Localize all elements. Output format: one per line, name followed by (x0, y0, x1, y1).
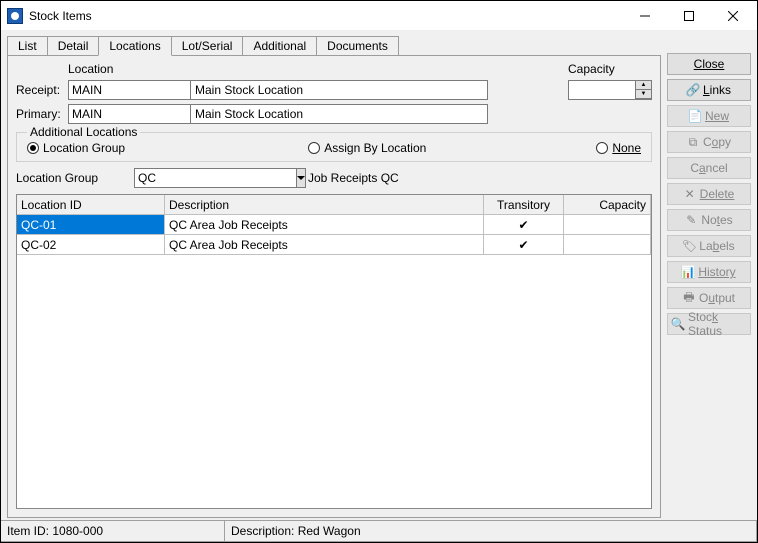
receipt-lookup: ··· (68, 80, 186, 100)
tab-panel: List Detail Locations Lot/Serial Additio… (7, 35, 661, 518)
grid-header: Location ID Description Transitory Capac… (17, 195, 651, 215)
upper-area: List Detail Locations Lot/Serial Additio… (1, 31, 757, 520)
window-controls (623, 2, 755, 30)
receipt-label: Receipt: (16, 83, 64, 97)
primary-label: Primary: (16, 107, 64, 121)
cell-transitory: ✔ (484, 235, 564, 255)
maximize-button[interactable] (667, 2, 711, 30)
links-button[interactable]: 🔗 Links (667, 79, 751, 101)
tabs-strip: List Detail Locations Lot/Serial Additio… (7, 35, 661, 55)
table-row[interactable]: QC-02 QC Area Job Receipts ✔ (17, 235, 651, 255)
location-group-dropdown-button[interactable] (297, 168, 306, 188)
additional-locations-legend: Additional Locations (27, 125, 140, 139)
window-title: Stock Items (29, 9, 623, 23)
cell-description: QC Area Job Receipts (165, 235, 484, 255)
labels-icon: 🏷 (683, 240, 695, 252)
radio-assign-by-location[interactable]: Assign By Location (308, 141, 426, 155)
status-description: Description: Red Wagon (225, 521, 757, 542)
copy-icon: ⧉ (687, 136, 699, 148)
close-button[interactable]: Close (667, 53, 751, 75)
delete-button[interactable]: ✕ Delete (667, 183, 751, 205)
primary-lookup: ··· (68, 104, 186, 124)
location-heading: Location (68, 62, 186, 76)
tab-lot-serial[interactable]: Lot/Serial (171, 36, 244, 56)
tab-detail[interactable]: Detail (47, 36, 100, 56)
capacity-spinner: ▲ ▼ (568, 80, 652, 100)
close-window-button[interactable] (711, 2, 755, 30)
output-button[interactable]: 🖶 Output (667, 287, 751, 309)
table-row[interactable]: QC-01 QC Area Job Receipts ✔ (17, 215, 651, 235)
new-icon: 📄 (689, 110, 701, 122)
location-group-desc: Job Receipts QC (308, 171, 399, 185)
radio-none[interactable]: None (596, 141, 641, 155)
statusbar: Item ID: 1080-000 Description: Red Wagon (1, 520, 757, 542)
app-icon (7, 8, 23, 24)
notes-icon: ✎ (685, 214, 697, 226)
radio-location-group[interactable]: Location Group (27, 141, 125, 155)
radio-dot-icon (27, 142, 39, 154)
sidebar: Close 🔗 Links 📄 New ⧉ Copy Cancel (667, 35, 751, 518)
primary-desc: Main Stock Location (190, 104, 488, 124)
titlebar: Stock Items (1, 1, 757, 31)
location-group-label: Location Group (16, 171, 128, 185)
location-group-combo (134, 168, 302, 188)
stock-status-button[interactable]: 🔍 Stock Status (667, 313, 751, 335)
col-location-id[interactable]: Location ID (17, 195, 165, 215)
location-group-input[interactable] (134, 168, 297, 188)
cell-location-id: QC-01 (17, 215, 165, 235)
tab-documents[interactable]: Documents (316, 36, 399, 56)
capacity-heading: Capacity (568, 62, 652, 76)
tab-body-locations: Location Capacity Receipt: ··· Main Stoc… (7, 55, 661, 518)
cancel-button[interactable]: Cancel (667, 157, 751, 179)
cell-description: QC Area Job Receipts (165, 215, 484, 235)
radio-dot-icon (596, 142, 608, 154)
col-transitory[interactable]: Transitory (484, 195, 564, 215)
col-description[interactable]: Description (165, 195, 484, 215)
notes-button[interactable]: ✎ Notes (667, 209, 751, 231)
checkmark-icon: ✔ (518, 218, 528, 232)
labels-button[interactable]: 🏷 Labels (667, 235, 751, 257)
capacity-input[interactable] (569, 81, 635, 99)
status-item-id: Item ID: 1080-000 (1, 521, 225, 542)
additional-locations-group: Additional Locations Location Group Assi… (16, 132, 652, 162)
stock-status-icon: 🔍 (672, 318, 684, 330)
cell-location-id: QC-02 (17, 235, 165, 255)
new-button[interactable]: 📄 New (667, 105, 751, 127)
output-icon: 🖶 (683, 292, 695, 304)
history-icon: 📊 (682, 266, 694, 278)
radio-dot-icon (308, 142, 320, 154)
receipt-desc: Main Stock Location (190, 80, 488, 100)
checkmark-icon: ✔ (518, 238, 528, 252)
cell-capacity (564, 235, 651, 255)
capacity-down-button[interactable]: ▼ (635, 90, 651, 99)
minimize-button[interactable] (623, 2, 667, 30)
col-capacity[interactable]: Capacity (564, 195, 651, 215)
delete-icon: ✕ (684, 188, 696, 200)
stock-items-window: Stock Items List Detail Locations Lot/Se… (0, 0, 758, 543)
tab-list[interactable]: List (7, 36, 48, 56)
body-area: List Detail Locations Lot/Serial Additio… (1, 31, 757, 542)
tab-additional[interactable]: Additional (242, 36, 317, 56)
links-icon: 🔗 (687, 84, 699, 96)
cell-capacity (564, 215, 651, 235)
history-button[interactable]: 📊 History (667, 261, 751, 283)
copy-button[interactable]: ⧉ Copy (667, 131, 751, 153)
capacity-up-button[interactable]: ▲ (635, 81, 651, 90)
tab-locations[interactable]: Locations (98, 36, 171, 56)
cell-transitory: ✔ (484, 215, 564, 235)
locations-grid: Location ID Description Transitory Capac… (16, 194, 652, 509)
